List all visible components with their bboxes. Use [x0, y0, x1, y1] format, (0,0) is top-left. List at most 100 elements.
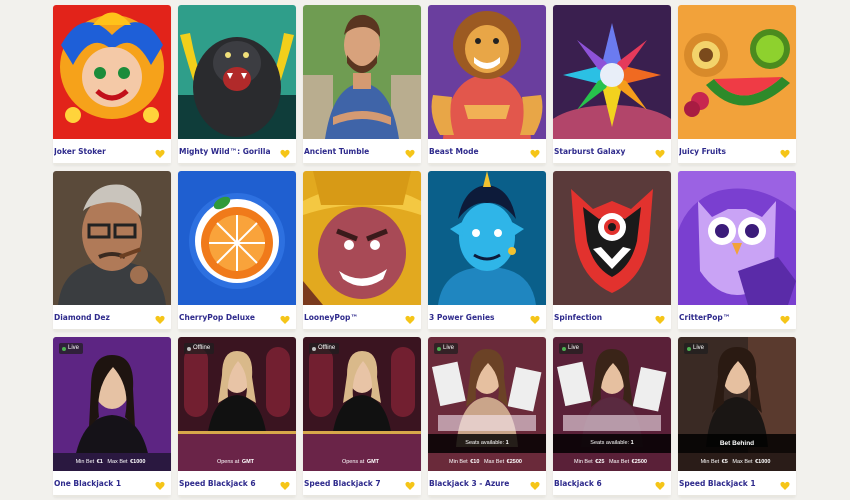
game-title: Juicy Fruits	[679, 147, 726, 156]
status-badge-live: Live	[59, 343, 84, 354]
favorite-heart-icon[interactable]	[780, 315, 790, 325]
game-card-beast-mode[interactable]: Beast Mode	[428, 5, 546, 165]
favorite-heart-icon[interactable]	[155, 481, 165, 491]
status-badge-live: Live	[684, 343, 709, 354]
live-card-one-blackjack-1[interactable]: Live Min Bet €1 Max Bet €1000 One Blackj…	[53, 337, 171, 497]
seats-label: Seats available:	[465, 440, 505, 446]
favorite-heart-icon[interactable]	[655, 149, 665, 159]
game-card-starburst-galaxy[interactable]: Starburst Galaxy	[553, 5, 671, 165]
favorite-heart-icon[interactable]	[655, 315, 665, 325]
live-card-speed-blackjack-6[interactable]: Offline Opens at GMT Speed Blackjack 6	[178, 337, 296, 497]
favorite-heart-icon[interactable]	[405, 315, 415, 325]
opens-at-label: Opens at	[216, 459, 240, 465]
dealer-video-thumbnail[interactable]: Offline Opens at GMT	[303, 337, 421, 471]
seats-label: Seats available:	[590, 440, 630, 446]
genie-icon[interactable]	[428, 171, 546, 305]
game-card-ancient-tumble[interactable]: Ancient Tumble	[303, 5, 421, 165]
bet-behind-bar[interactable]: Bet Behind	[678, 434, 796, 453]
favorite-heart-icon[interactable]	[155, 149, 165, 159]
min-bet-value: €5	[721, 459, 728, 465]
favorite-heart-icon[interactable]	[780, 149, 790, 159]
card-footer: Blackjack 3 - Azure	[428, 471, 546, 497]
card-footer: LooneyPop™	[303, 305, 421, 331]
cowboy-icon[interactable]	[303, 171, 421, 305]
favorite-heart-icon[interactable]	[530, 315, 540, 325]
card-footer: Starburst Galaxy	[553, 139, 671, 165]
bet-limits: Min Bet €25 Max Bet €2500	[553, 455, 671, 469]
gorilla-icon[interactable]	[178, 5, 296, 139]
fruit-icon[interactable]	[678, 5, 796, 139]
favorite-heart-icon[interactable]	[780, 481, 790, 491]
game-title: CherryPop Deluxe	[179, 313, 255, 322]
game-card-looneypop[interactable]: LooneyPop™	[303, 171, 421, 331]
game-card-joker-stoker[interactable]: Joker Stoker	[53, 5, 171, 165]
card-footer: Diamond Dez	[53, 305, 171, 331]
card-footer: Joker Stoker	[53, 139, 171, 165]
dealer-video-thumbnail[interactable]: Live Bet Behind Min Bet €5 Max Bet €1000	[678, 337, 796, 471]
dealer-video-thumbnail[interactable]: Live Seats available: 1 Min Bet €25 Max …	[553, 337, 671, 471]
min-bet-label: Min Bet	[75, 459, 95, 465]
card-footer: Mighty Wild™: Gorilla	[178, 139, 296, 165]
seats-value: 1	[630, 440, 634, 446]
game-title: Blackjack 3 - Azure	[429, 479, 510, 488]
favorite-heart-icon[interactable]	[280, 315, 290, 325]
game-card-diamond-dez[interactable]: Diamond Dez	[53, 171, 171, 331]
game-card-3-power-genies[interactable]: 3 Power Genies	[428, 171, 546, 331]
favorite-heart-icon[interactable]	[530, 481, 540, 491]
opens-at-label: Opens at	[341, 459, 365, 465]
opening-time: Opens at GMT	[178, 455, 296, 469]
seats-available-bar: Seats available: 1	[428, 434, 546, 453]
game-title: Starburst Galaxy	[554, 147, 626, 156]
devil-mask-icon[interactable]	[553, 171, 671, 305]
game-title: Speed Blackjack 6	[179, 479, 256, 488]
favorite-heart-icon[interactable]	[405, 481, 415, 491]
game-title: Blackjack 6	[554, 479, 602, 488]
game-title: LooneyPop™	[304, 313, 358, 322]
max-bet-value: €2500	[506, 459, 522, 465]
mobster-icon[interactable]	[53, 171, 171, 305]
bet-limits: Min Bet €5 Max Bet €1000	[678, 455, 796, 469]
live-card-speed-blackjack-7[interactable]: Offline Opens at GMT Speed Blackjack 7	[303, 337, 421, 497]
max-bet-value: €2500	[631, 459, 647, 465]
card-footer: Ancient Tumble	[303, 139, 421, 165]
game-card-mighty-wild-gorilla[interactable]: Mighty Wild™: Gorilla	[178, 5, 296, 165]
game-row: Diamond Dez CherryPop Deluxe LooneyPop™	[53, 171, 797, 331]
bet-limits: Min Bet €10 Max Bet €2500	[428, 455, 546, 469]
favorite-heart-icon[interactable]	[655, 481, 665, 491]
explorer-icon[interactable]	[303, 5, 421, 139]
favorite-heart-icon[interactable]	[280, 481, 290, 491]
game-card-juicy-fruits[interactable]: Juicy Fruits	[678, 5, 796, 165]
lion-icon[interactable]	[428, 5, 546, 139]
favorite-heart-icon[interactable]	[530, 149, 540, 159]
game-title: Ancient Tumble	[304, 147, 370, 156]
game-title: 3 Power Genies	[429, 313, 495, 322]
game-card-cherrypop-deluxe[interactable]: CherryPop Deluxe	[178, 171, 296, 331]
opens-at-value: GMT	[241, 459, 255, 465]
favorite-heart-icon[interactable]	[405, 149, 415, 159]
seats-value: 1	[505, 440, 509, 446]
status-badge-offline: Offline	[309, 343, 340, 354]
opens-at-value: GMT	[366, 459, 380, 465]
game-title: Joker Stoker	[54, 147, 106, 156]
favorite-heart-icon[interactable]	[280, 149, 290, 159]
joker-icon[interactable]	[53, 5, 171, 139]
min-bet-label: Min Bet	[449, 459, 468, 465]
game-card-critterpop[interactable]: CritterPop™	[678, 171, 796, 331]
orange-icon[interactable]	[178, 171, 296, 305]
owl-icon[interactable]	[678, 171, 796, 305]
live-card-blackjack-6[interactable]: Live Seats available: 1 Min Bet €25 Max …	[553, 337, 671, 497]
game-card-spinfection[interactable]: Spinfection	[553, 171, 671, 331]
game-row: Joker Stoker Mighty Wild™: Gorilla Ancie…	[53, 5, 797, 165]
live-card-speed-blackjack-1[interactable]: Live Bet Behind Min Bet €5 Max Bet €1000…	[678, 337, 796, 497]
card-footer: CritterPop™	[678, 305, 796, 331]
game-title: One Blackjack 1	[54, 479, 122, 488]
dealer-video-thumbnail[interactable]: Live Seats available: 1 Min Bet €10 Max …	[428, 337, 546, 471]
star-gem-icon[interactable]	[553, 5, 671, 139]
favorite-heart-icon[interactable]	[155, 315, 165, 325]
min-bet-label: Min Bet	[700, 459, 720, 465]
dealer-video-thumbnail[interactable]: Offline Opens at GMT	[178, 337, 296, 471]
card-footer: Speed Blackjack 7	[303, 471, 421, 497]
game-title: Diamond Dez	[54, 313, 110, 322]
dealer-video-thumbnail[interactable]: Live Min Bet €1 Max Bet €1000	[53, 337, 171, 471]
live-card-blackjack-3-azure[interactable]: Live Seats available: 1 Min Bet €10 Max …	[428, 337, 546, 497]
